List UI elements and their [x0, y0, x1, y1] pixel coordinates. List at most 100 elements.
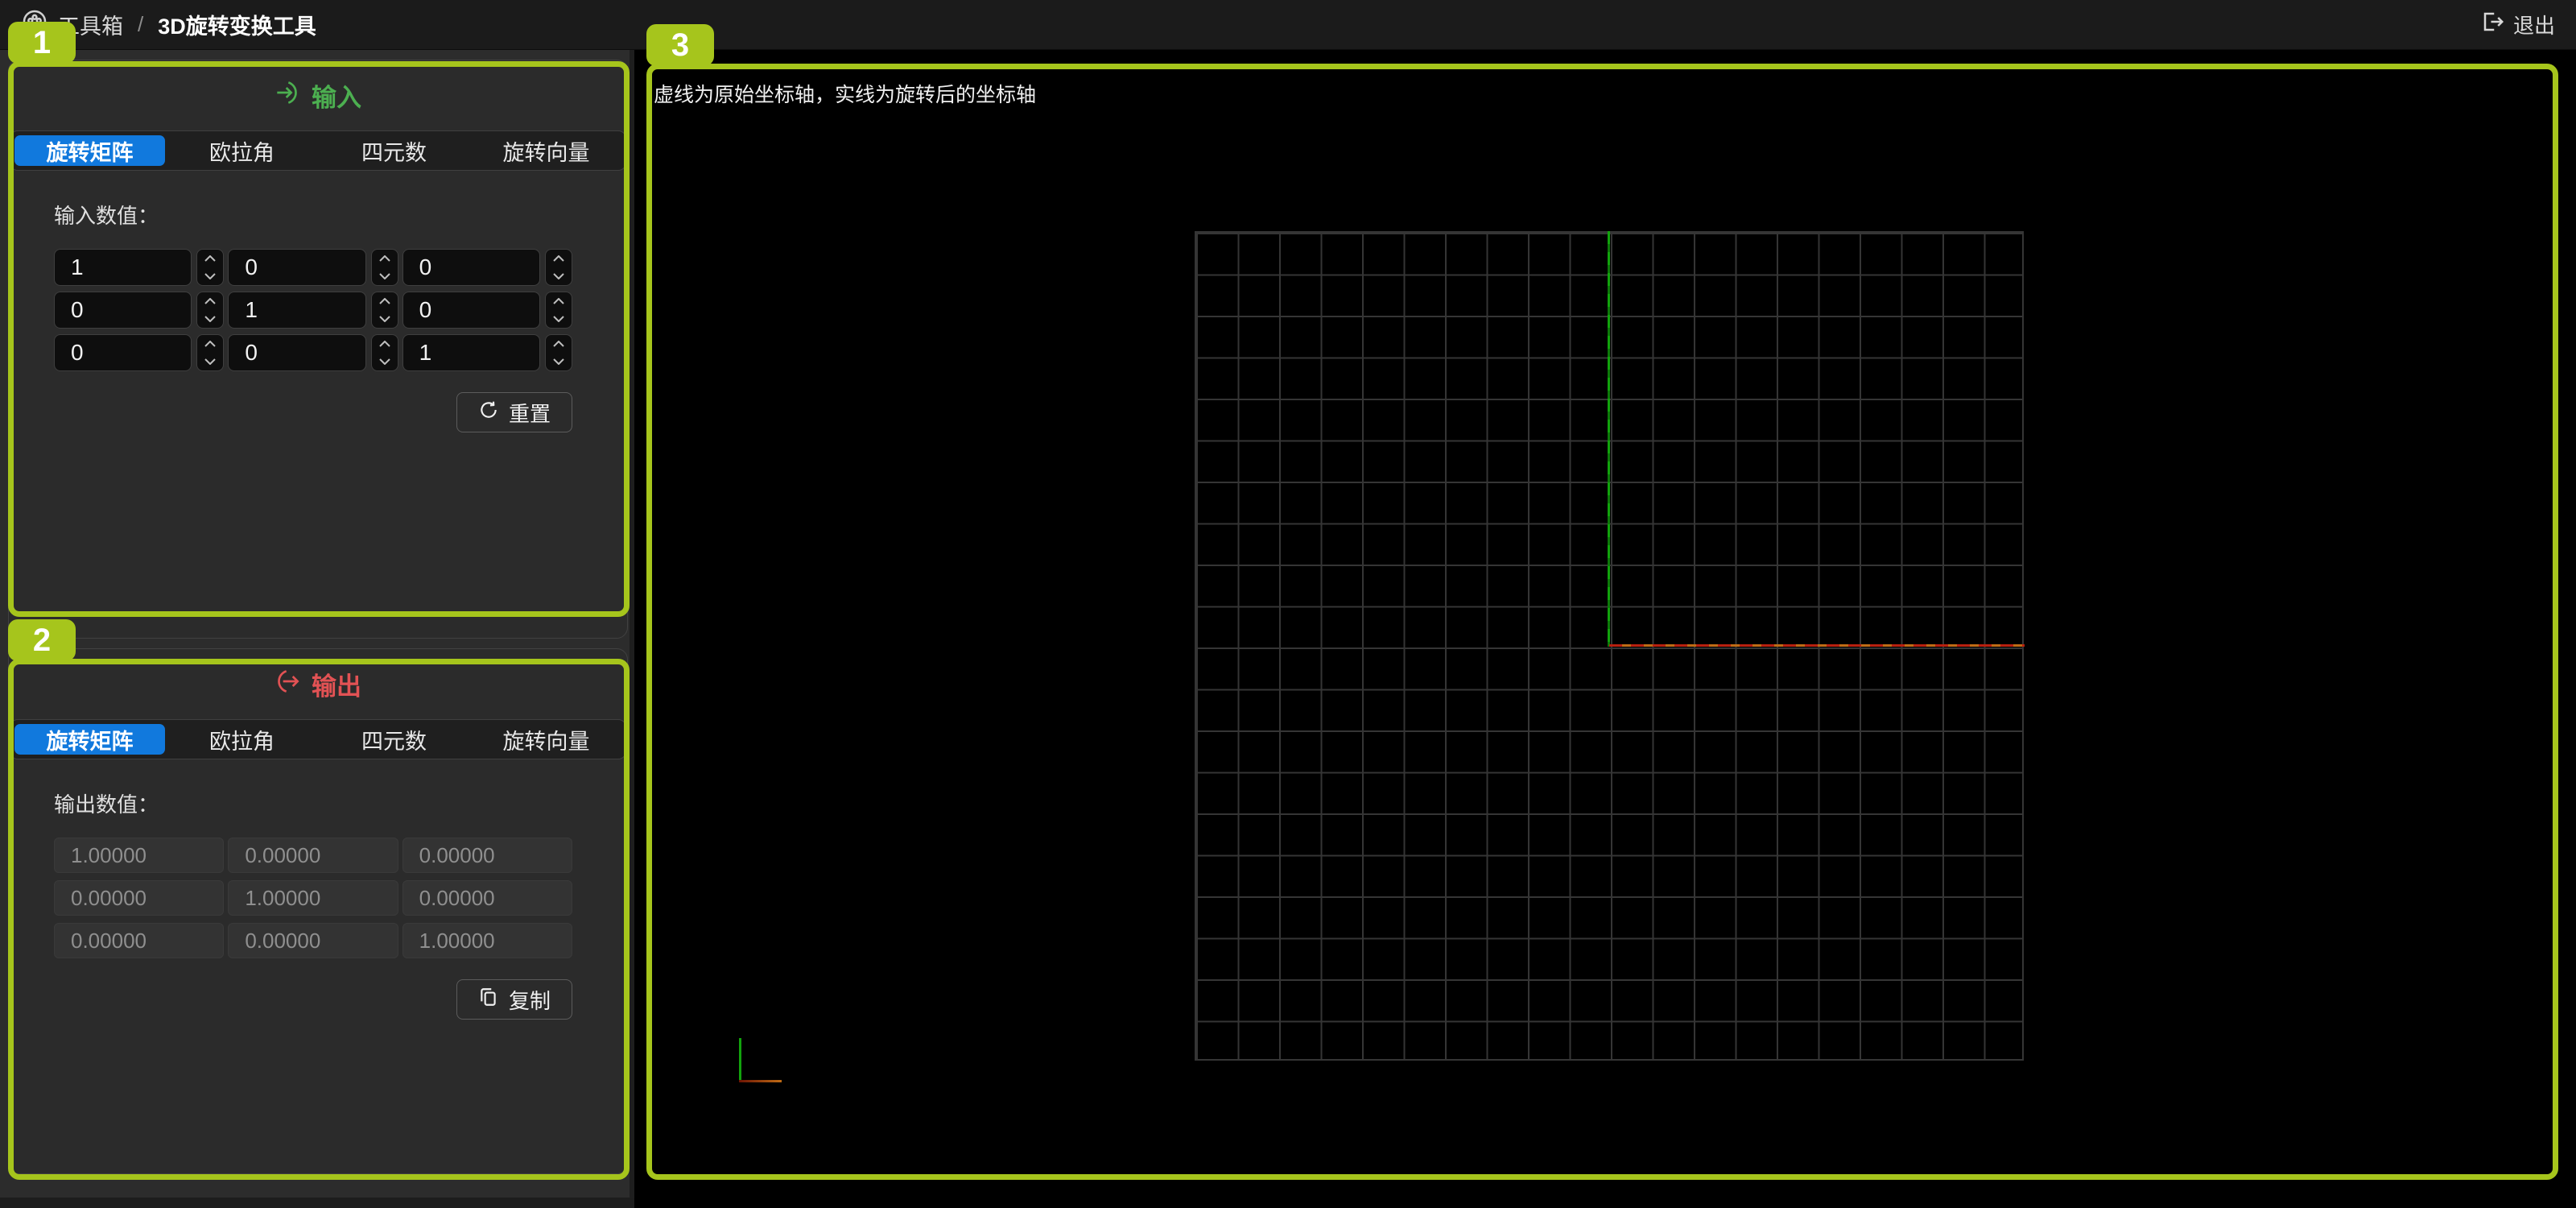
matrix-input-1-1[interactable]: 1	[228, 292, 365, 329]
spin-up-icon[interactable]	[546, 335, 572, 353]
toolbox-icon	[21, 8, 48, 41]
matrix-input-1-0[interactable]: 0	[54, 292, 192, 329]
output-field-1-0: 0.00000	[54, 880, 224, 916]
breadcrumb-separator: /	[134, 12, 147, 37]
matrix-input-1-2[interactable]: 0	[402, 292, 540, 329]
output-field-0-1: 0.00000	[228, 838, 398, 873]
spin-down-icon[interactable]	[372, 267, 398, 285]
input-card: 输入 旋转矩阵 欧拉角 四元数 旋转向量 输入数值： 1 0 0 0	[8, 60, 628, 639]
matrix-input-0-2[interactable]: 0	[402, 249, 540, 286]
output-field-2-1: 0.00000	[228, 923, 398, 958]
origin-gizmo-z-axis	[739, 1038, 741, 1081]
copy-button[interactable]: 复制	[456, 979, 572, 1020]
spin-up-icon[interactable]	[197, 250, 223, 267]
axes-hint-text: 虚线为原始坐标轴，实线为旋转后的坐标轴	[654, 79, 1036, 108]
input-card-header: 输入	[9, 60, 627, 130]
input-format-tabs: 旋转矩阵 欧拉角 四元数 旋转向量	[10, 130, 626, 171]
matrix-spinner-1-0	[196, 292, 224, 329]
reset-label: 重置	[509, 398, 551, 428]
output-field-0-0: 1.00000	[54, 838, 224, 873]
output-field-0-2: 0.00000	[402, 838, 572, 873]
matrix-spinner-2-0	[196, 334, 224, 371]
origin-gizmo-x-axis	[739, 1080, 782, 1082]
left-panel-column: 输入 旋转矩阵 欧拉角 四元数 旋转向量 输入数值： 1 0 0 0	[0, 50, 634, 1208]
viewport-3d[interactable]: 虚线为原始坐标轴，实线为旋转后的坐标轴	[634, 50, 2576, 1208]
matrix-input-2-2[interactable]: 1	[402, 334, 540, 371]
exit-button[interactable]: 退出	[2481, 10, 2555, 39]
tab-input-quaternion[interactable]: 四元数	[319, 135, 469, 166]
spin-down-icon[interactable]	[372, 353, 398, 370]
output-field-2-2: 1.00000	[402, 923, 572, 958]
z-axis-green	[1608, 231, 1610, 647]
tab-input-euler-angles[interactable]: 欧拉角	[167, 135, 317, 166]
matrix-input-2-0[interactable]: 0	[54, 334, 192, 371]
x-axis-red-dashed	[1609, 644, 2025, 647]
matrix-spinner-1-2	[545, 292, 572, 329]
exit-label: 退出	[2513, 10, 2555, 39]
horizontal-scrollbar[interactable]	[0, 1198, 634, 1208]
page-title: 3D旋转变换工具	[158, 9, 316, 40]
spin-down-icon[interactable]	[546, 267, 572, 285]
output-field-2-0: 0.00000	[54, 923, 224, 958]
tab-output-rotation-vector[interactable]: 旋转向量	[471, 724, 621, 755]
tab-output-quaternion[interactable]: 四元数	[319, 724, 469, 755]
matrix-spinner-2-1	[371, 334, 398, 371]
spin-down-icon[interactable]	[372, 310, 398, 328]
app-root: 工具箱 / 3D旋转变换工具 退出 输入	[0, 0, 2576, 1208]
reset-button[interactable]: 重置	[456, 392, 572, 432]
matrix-input-0-1[interactable]: 0	[228, 249, 365, 286]
matrix-row: 1.00000 0.00000 0.00000	[54, 838, 572, 873]
matrix-row: 0 0 1	[54, 334, 572, 371]
output-values-label: 输出数值：	[54, 788, 572, 818]
matrix-spinner-1-1	[371, 292, 398, 329]
copy-icon	[478, 987, 499, 1013]
output-card-title: 输出	[312, 666, 361, 702]
matrix-spinner-2-2	[545, 334, 572, 371]
top-bar: 工具箱 / 3D旋转变换工具 退出	[0, 0, 2576, 50]
tab-output-euler-angles[interactable]: 欧拉角	[167, 724, 317, 755]
matrix-spinner-0-0	[196, 249, 224, 286]
breadcrumb-root-label: 工具箱	[58, 9, 123, 40]
spin-down-icon[interactable]	[546, 353, 572, 370]
output-field-1-2: 0.00000	[402, 880, 572, 916]
output-card: 输出 旋转矩阵 欧拉角 四元数 旋转向量 输出数值： 1.00000 0.000…	[8, 648, 628, 1174]
input-matrix-grid: 1 0 0 0 1 0 0 0 1	[54, 249, 572, 371]
copy-label: 复制	[509, 985, 551, 1015]
output-format-tabs: 旋转矩阵 欧拉角 四元数 旋转向量	[10, 719, 626, 759]
tab-input-rotation-matrix[interactable]: 旋转矩阵	[14, 135, 165, 166]
matrix-spinner-0-2	[545, 249, 572, 286]
tab-input-rotation-vector[interactable]: 旋转向量	[471, 135, 621, 166]
output-card-body: 输出数值： 1.00000 0.00000 0.00000 0.00000 1.…	[9, 788, 627, 1020]
spin-down-icon[interactable]	[197, 310, 223, 328]
spin-down-icon[interactable]	[197, 267, 223, 285]
spin-up-icon[interactable]	[546, 250, 572, 267]
spin-up-icon[interactable]	[197, 335, 223, 353]
matrix-spinner-0-1	[371, 249, 398, 286]
output-matrix-grid: 1.00000 0.00000 0.00000 0.00000 1.00000 …	[54, 838, 572, 958]
breadcrumb: 工具箱 / 3D旋转变换工具	[21, 8, 316, 41]
matrix-input-0-0[interactable]: 1	[54, 249, 192, 286]
input-card-title: 输入	[312, 77, 361, 114]
spin-up-icon[interactable]	[372, 335, 398, 353]
spin-up-icon[interactable]	[197, 292, 223, 310]
reset-icon	[478, 399, 499, 426]
spin-down-icon[interactable]	[546, 310, 572, 328]
spin-down-icon[interactable]	[197, 353, 223, 370]
tab-output-rotation-matrix[interactable]: 旋转矩阵	[14, 724, 165, 755]
matrix-row: 0.00000 0.00000 1.00000	[54, 923, 572, 958]
input-values-label: 输入数值：	[54, 200, 572, 230]
spin-up-icon[interactable]	[372, 292, 398, 310]
arrow-enter-icon	[275, 80, 300, 112]
matrix-row: 0.00000 1.00000 0.00000	[54, 880, 572, 916]
breadcrumb-toolbox-link[interactable]: 工具箱	[21, 8, 123, 41]
input-card-body: 输入数值： 1 0 0 0 1 0 0 0 1	[9, 200, 627, 432]
spin-up-icon[interactable]	[372, 250, 398, 267]
matrix-row: 0 1 0	[54, 292, 572, 329]
logout-icon	[2481, 10, 2505, 39]
spin-up-icon[interactable]	[546, 292, 572, 310]
matrix-input-2-1[interactable]: 0	[228, 334, 365, 371]
matrix-row: 1 0 0	[54, 249, 572, 286]
output-card-header: 输出	[9, 649, 627, 719]
arrow-exit-icon	[275, 668, 300, 701]
output-field-1-1: 1.00000	[228, 880, 398, 916]
